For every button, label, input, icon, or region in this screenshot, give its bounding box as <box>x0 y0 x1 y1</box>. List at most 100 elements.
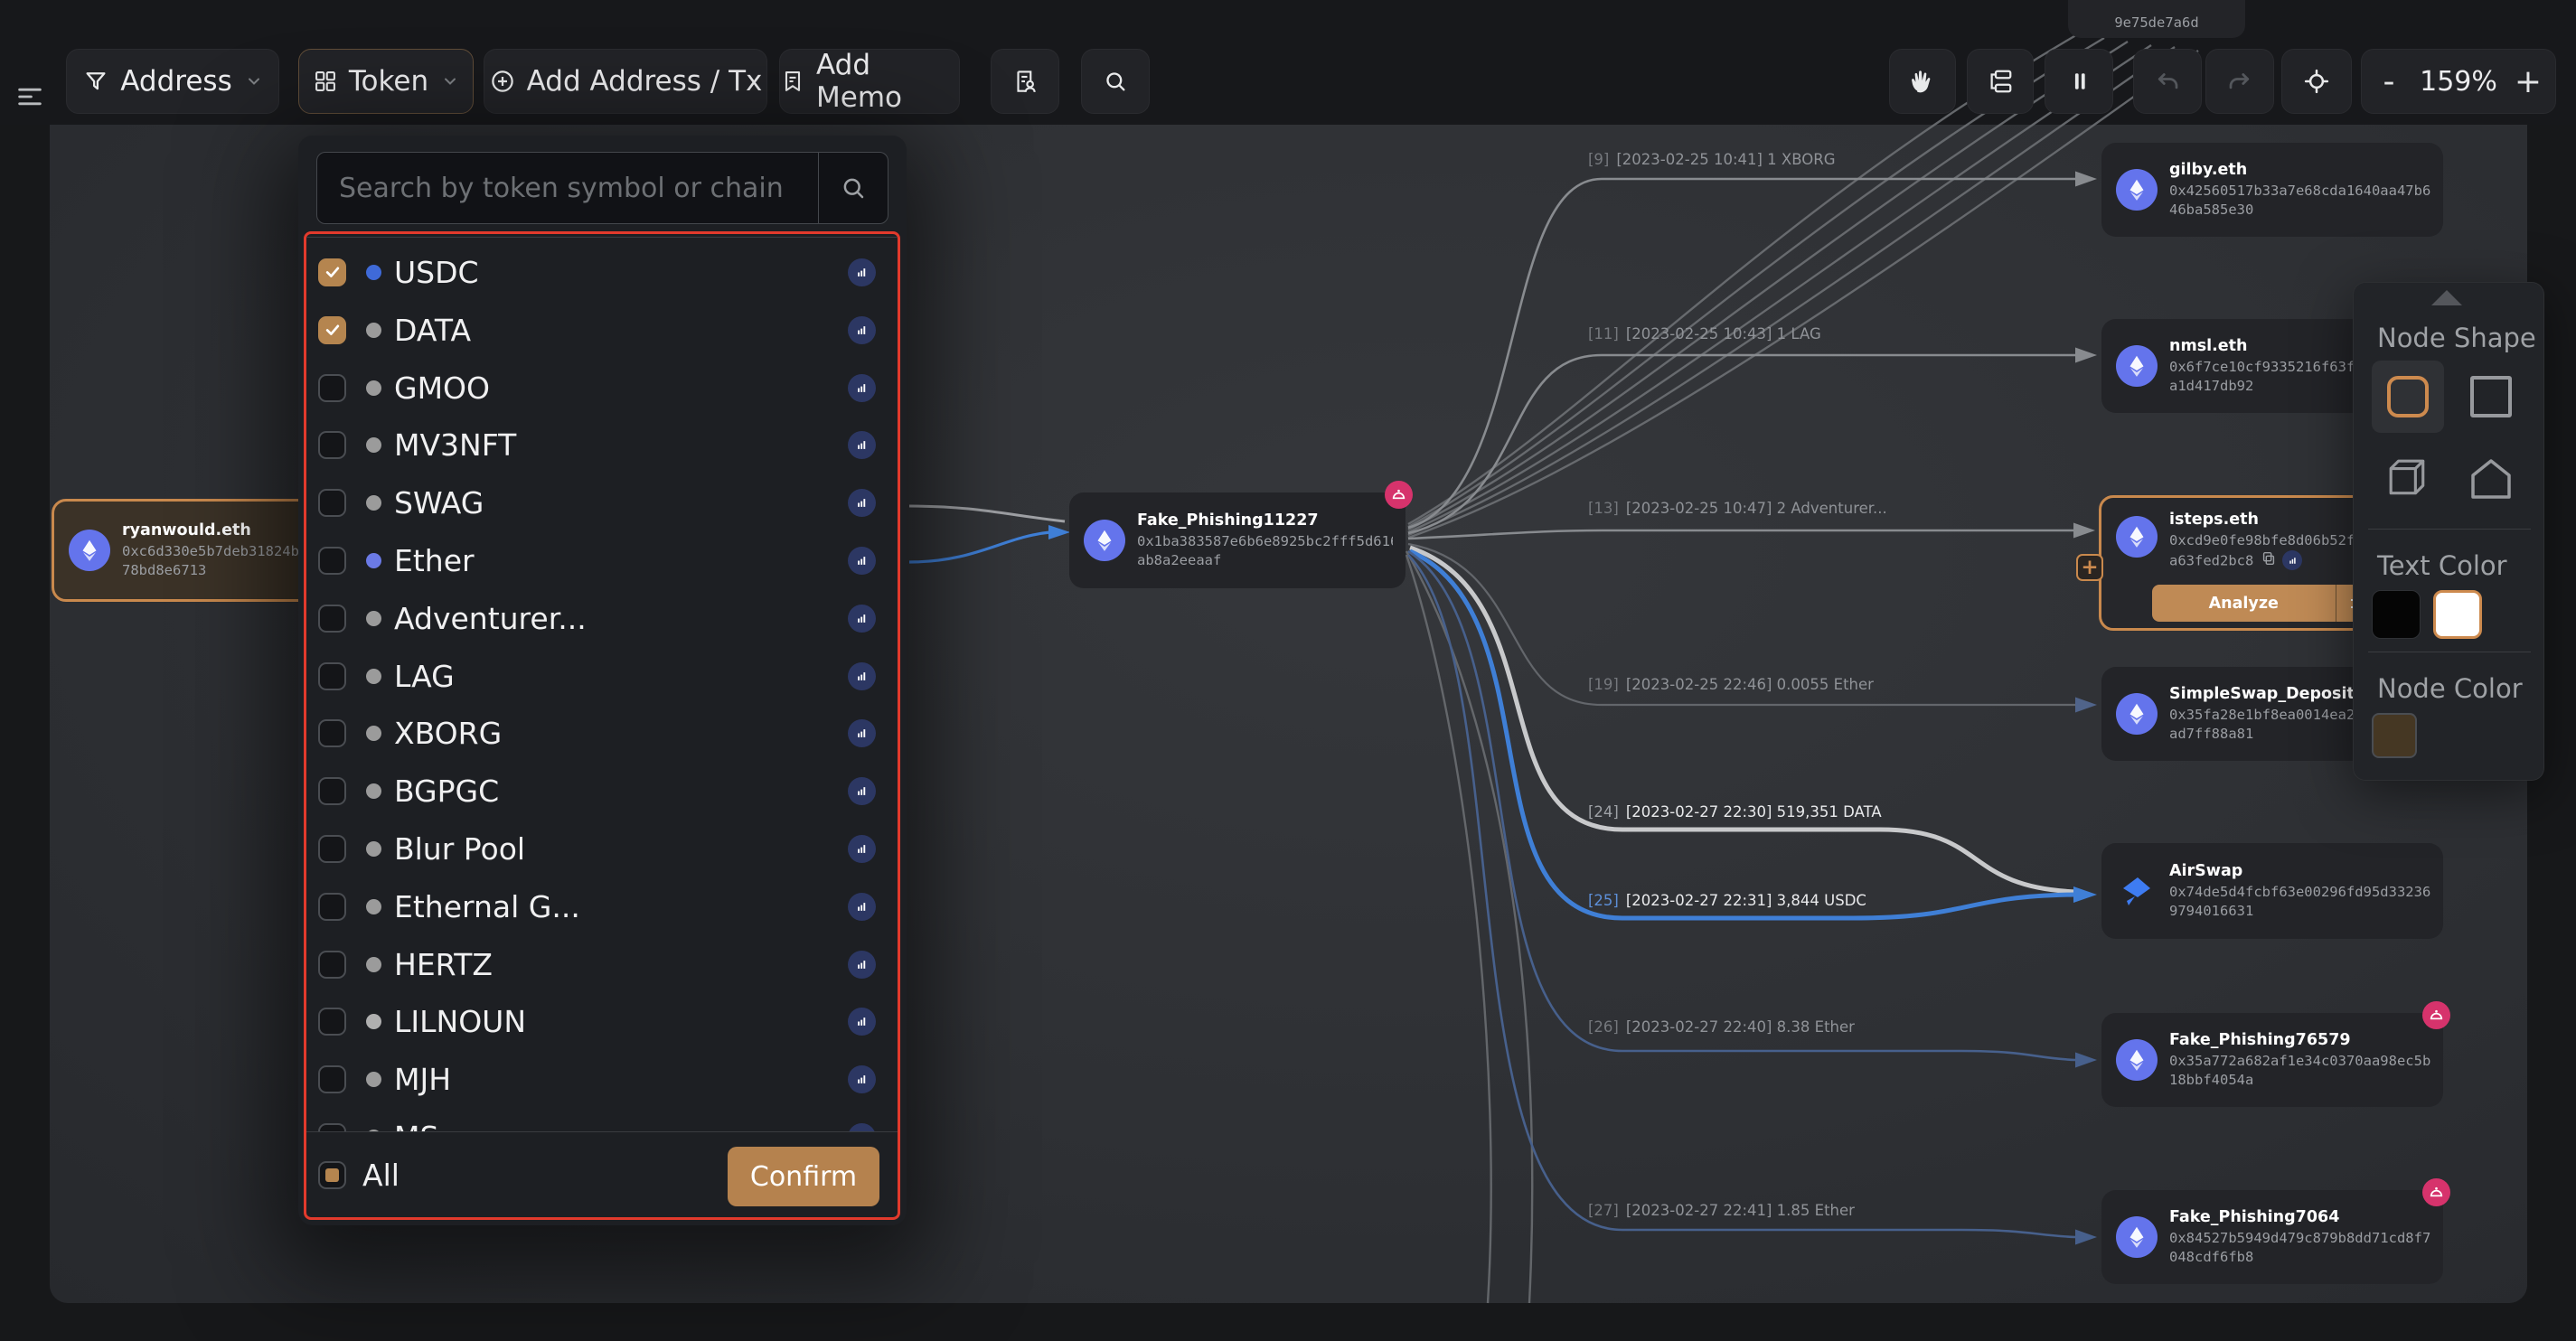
token-chart-icon[interactable] <box>848 777 876 805</box>
token-row[interactable]: SWAG <box>306 474 898 531</box>
token-chart-icon[interactable] <box>848 374 876 402</box>
edge-label[interactable]: [24][2023-02-27 22:30] 519,351 DATA <box>1588 803 1882 821</box>
token-row[interactable]: MJH <box>306 1050 898 1108</box>
token-checkbox[interactable] <box>318 489 346 517</box>
token-checkbox[interactable] <box>318 835 346 863</box>
token-checkbox[interactable] <box>318 893 346 921</box>
token-checkbox[interactable] <box>318 258 346 286</box>
edge-label[interactable]: [11][2023-02-25 10:43] 1 LAG <box>1588 325 1821 342</box>
token-chart-icon[interactable] <box>848 605 876 633</box>
node-color-swatch[interactable] <box>2372 713 2417 758</box>
redo-button[interactable] <box>2205 49 2274 114</box>
token-chart-icon[interactable] <box>848 719 876 747</box>
token-chart-icon[interactable] <box>848 893 876 921</box>
token-chart-icon[interactable] <box>848 547 876 575</box>
token-filter-button[interactable]: Token <box>298 49 474 114</box>
node-airswap[interactable]: AirSwap 0x74de5d4fcbf63e00296fd95d33236b… <box>2101 843 2443 939</box>
text-color-black-swatch[interactable] <box>2372 590 2421 639</box>
token-search-input[interactable] <box>317 153 818 223</box>
token-checkbox[interactable] <box>318 662 346 690</box>
token-chart-icon[interactable] <box>848 258 876 286</box>
shape-option-house[interactable] <box>2455 442 2527 514</box>
token-color-dot <box>366 553 381 568</box>
token-row[interactable]: HERTZ <box>306 935 898 993</box>
token-chart-icon[interactable] <box>848 316 876 344</box>
token-chart-icon[interactable] <box>848 835 876 863</box>
token-row[interactable]: LILNOUN <box>306 992 898 1050</box>
center-view-button[interactable] <box>2281 49 2352 114</box>
node-title: isteps.eth <box>2169 511 2372 529</box>
edge-label[interactable]: [13][2023-02-25 10:47] 2 Adventurer... <box>1588 500 1887 517</box>
node-gilby[interactable]: gilby.eth 0x42560517b33a7e68cda1640aa47b… <box>2101 143 2443 237</box>
portfolio-chart-icon[interactable] <box>2282 550 2302 570</box>
shape-option-rounded-square[interactable] <box>2372 361 2444 433</box>
panel-pointer-up-icon[interactable] <box>2431 290 2462 305</box>
zoom-out-button[interactable]: - <box>2362 63 2416 100</box>
token-row[interactable]: USDC <box>306 243 898 301</box>
zoom-in-button[interactable]: + <box>2501 63 2555 100</box>
add-memo-button[interactable]: Add Memo <box>779 49 960 114</box>
token-row[interactable]: MS <box>306 1108 898 1131</box>
column-view-button[interactable] <box>2045 49 2113 114</box>
text-color-white-swatch[interactable] <box>2433 590 2482 639</box>
token-chart-icon[interactable] <box>848 951 876 979</box>
node-address: 0x42560517b33a7e68cda1640aa47b6546ba585e… <box>2169 182 2430 220</box>
edge-label[interactable]: [25][2023-02-27 22:31] 3,844 USDC <box>1588 892 1866 909</box>
node-clipped-top[interactable]: 9e75de7a6d <box>2068 0 2245 38</box>
token-chart-icon[interactable] <box>848 1065 876 1093</box>
copy-address-icon[interactable] <box>2261 550 2277 572</box>
token-row[interactable]: Adventurer... <box>306 589 898 647</box>
token-label: XBORG <box>394 716 502 751</box>
chevron-down-icon <box>441 72 459 90</box>
token-list[interactable]: USDC DATA GMOO MV3NFT SWAG Ether Adventu… <box>306 237 898 1131</box>
search-icon[interactable] <box>819 174 888 202</box>
address-filter-button[interactable]: Address <box>66 49 279 114</box>
token-chart-icon[interactable] <box>848 1123 876 1132</box>
select-all-checkbox[interactable] <box>318 1161 346 1189</box>
token-checkbox[interactable] <box>318 777 346 805</box>
shape-option-square[interactable] <box>2455 361 2527 433</box>
token-row[interactable]: LAG <box>306 647 898 705</box>
token-chart-icon[interactable] <box>848 431 876 459</box>
edge-label[interactable]: [27][2023-02-27 22:41] 1.85 Ether <box>1588 1202 1855 1219</box>
token-chart-icon[interactable] <box>848 662 876 690</box>
token-checkbox[interactable] <box>318 374 346 402</box>
token-row[interactable]: Blur Pool <box>306 820 898 877</box>
shape-option-cube[interactable] <box>2372 442 2444 514</box>
token-row[interactable]: Ethernal G... <box>306 877 898 935</box>
token-checkbox[interactable] <box>318 316 346 344</box>
token-label: LAG <box>394 659 455 694</box>
token-row[interactable]: XBORG <box>306 704 898 762</box>
edge-label[interactable]: [9][2023-02-25 10:41] 1 XBORG <box>1588 151 1836 168</box>
token-checkbox[interactable] <box>318 951 346 979</box>
auto-layout-button[interactable] <box>1967 49 2034 114</box>
token-row[interactable]: DATA <box>306 301 898 359</box>
pan-hand-button[interactable] <box>1889 49 1956 114</box>
add-address-tx-button[interactable]: Add Address / Tx <box>484 49 767 114</box>
token-checkbox[interactable] <box>318 719 346 747</box>
token-row[interactable]: GMOO <box>306 359 898 417</box>
token-chart-icon[interactable] <box>848 489 876 517</box>
token-row[interactable]: BGPGC <box>306 762 898 820</box>
token-checkbox[interactable] <box>318 1123 346 1132</box>
confirm-button[interactable]: Confirm <box>728 1147 879 1206</box>
token-checkbox[interactable] <box>318 1008 346 1036</box>
expand-plus-badge[interactable]: + <box>2076 554 2103 581</box>
node-fake-phishing-11227[interactable]: Fake_Phishing11227 0x1ba383587e6b6e8925b… <box>1069 492 1406 588</box>
edge-label[interactable]: [19][2023-02-25 22:46] 0.0055 Ether <box>1588 676 1874 693</box>
search-button[interactable] <box>1081 49 1150 114</box>
analyze-button[interactable]: Analyze <box>2152 585 2380 622</box>
token-row[interactable]: Ether <box>306 531 898 589</box>
node-fake-phishing-76579[interactable]: Fake_Phishing76579 0x35a772a682af1e34c03… <box>2101 1013 2443 1107</box>
node-fake-phishing-7064[interactable]: Fake_Phishing7064 0x84527b5949d479c879b8… <box>2101 1190 2443 1284</box>
token-checkbox[interactable] <box>318 431 346 459</box>
edge-label[interactable]: [26][2023-02-27 22:40] 8.38 Ether <box>1588 1018 1855 1036</box>
undo-button[interactable] <box>2133 49 2202 114</box>
memo-manager-button[interactable] <box>991 49 1059 114</box>
token-row[interactable]: MV3NFT <box>306 416 898 474</box>
sidebar-toggle-icon[interactable] <box>14 81 45 116</box>
token-checkbox[interactable] <box>318 547 346 575</box>
token-chart-icon[interactable] <box>848 1008 876 1036</box>
token-checkbox[interactable] <box>318 605 346 633</box>
token-checkbox[interactable] <box>318 1065 346 1093</box>
